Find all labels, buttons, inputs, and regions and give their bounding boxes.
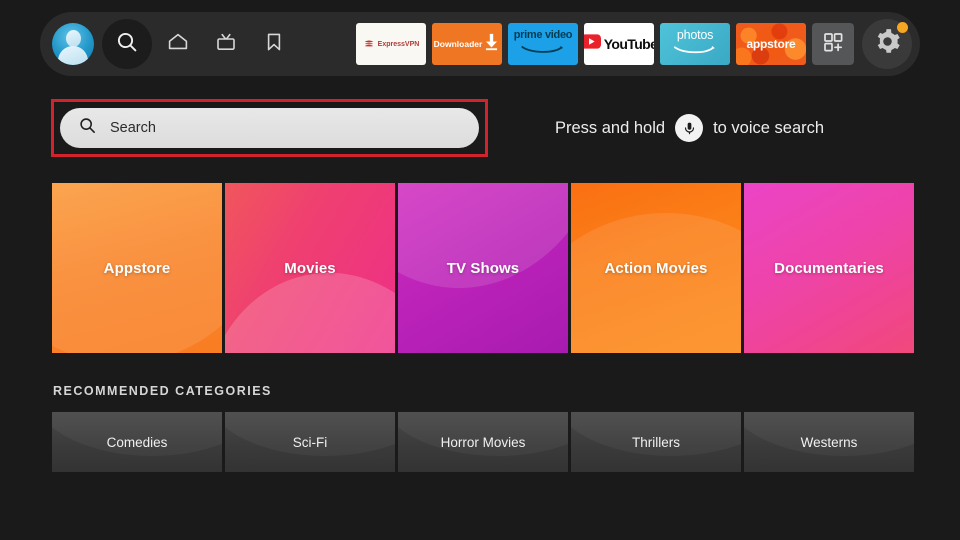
microphone-icon [675, 114, 704, 142]
feature-tile-tv-shows[interactable]: TV Shows [398, 183, 568, 353]
nav-left-group [40, 19, 296, 69]
feature-tile-movies[interactable]: Movies [225, 183, 395, 353]
fire-tv-home-screen: ExpressVPN Downloader prime video YouTub… [0, 0, 960, 540]
apps-grid-button[interactable] [812, 23, 854, 65]
nav-live-tv-button[interactable] [204, 22, 248, 66]
tv-icon [214, 30, 238, 59]
amazon-smile-icon [520, 42, 566, 58]
recommended-tile-westerns[interactable]: Westerns [744, 412, 914, 472]
feature-tile-documentaries[interactable]: Documentaries [744, 183, 914, 353]
avatar-head-shape [65, 30, 81, 47]
profile-avatar[interactable] [52, 23, 94, 65]
app-label-appstore: appstore [746, 37, 796, 51]
decorative-shape [571, 213, 741, 353]
bookmark-icon [262, 30, 286, 59]
feature-tile-label: Movies [284, 259, 336, 277]
nav-search-button[interactable] [102, 19, 152, 69]
apps-grid-plus-icon [821, 30, 845, 59]
voice-hint-text-after: to voice search [713, 118, 825, 137]
recommended-tile-label: Comedies [106, 434, 168, 450]
feature-tile-label: Documentaries [774, 259, 884, 277]
feature-tile-appstore[interactable]: Appstore [52, 183, 222, 353]
search-icon [115, 30, 139, 59]
decorative-shape [398, 183, 568, 299]
app-label-youtube: YouTube [603, 36, 654, 52]
top-navigation-bar: ExpressVPN Downloader prime video YouTub… [40, 12, 920, 76]
youtube-play-icon [584, 34, 601, 54]
app-label-downloader: Downloader [433, 39, 483, 49]
voice-hint-text-before: Press and hold [555, 118, 666, 137]
recommended-tile-label: Horror Movies [440, 434, 526, 450]
recommended-categories-heading: RECOMMENDED CATEGORIES [53, 384, 272, 398]
recommended-tile-comedies[interactable]: Comedies [52, 412, 222, 472]
gear-icon [874, 28, 901, 60]
nav-home-button[interactable] [156, 22, 200, 66]
settings-notification-dot [897, 22, 908, 33]
search-input[interactable]: Search [60, 108, 479, 148]
app-tile-expressvpn[interactable]: ExpressVPN [356, 23, 426, 65]
recommended-tile-label: Thrillers [631, 434, 680, 450]
settings-button[interactable] [862, 19, 912, 69]
app-tile-youtube[interactable]: YouTube [584, 23, 654, 65]
feature-tile-label: Action Movies [604, 259, 708, 277]
app-tile-appstore[interactable]: appstore [736, 23, 806, 65]
app-tile-photos[interactable]: photos [660, 23, 730, 65]
recommended-tile-horror-movies[interactable]: Horror Movies [398, 412, 568, 472]
voice-search-hint: Press and hold to voice search [555, 114, 824, 142]
home-icon [166, 30, 190, 59]
app-label-expressvpn: ExpressVPN [377, 40, 420, 48]
recommended-tile-label: Westerns [800, 434, 858, 450]
app-label-prime-video: prime video [513, 29, 573, 41]
search-icon [78, 116, 97, 140]
app-shortcuts-row: ExpressVPN Downloader prime video YouTub… [350, 19, 920, 69]
search-bar-highlight: Search [51, 99, 488, 157]
avatar-body-shape [58, 46, 88, 65]
expressvpn-mark-icon [364, 40, 373, 47]
feature-tile-action-movies[interactable]: Action Movies [571, 183, 741, 353]
download-arrow-icon [483, 32, 500, 56]
recommended-categories-row: Comedies Sci-Fi Horror Movies Thrillers … [52, 412, 914, 472]
app-label-photos: photos [676, 28, 714, 43]
recommended-tile-label: Sci-Fi [292, 434, 328, 450]
app-tile-downloader[interactable]: Downloader [432, 23, 502, 65]
feature-tile-label: Appstore [103, 259, 171, 277]
featured-categories-row: Appstore Movies TV Shows Action Movies D… [52, 183, 914, 353]
search-placeholder-text: Search [110, 120, 156, 136]
recommended-tile-sci-fi[interactable]: Sci-Fi [225, 412, 395, 472]
nav-watchlist-button[interactable] [252, 22, 296, 66]
app-tile-prime-video[interactable]: prime video [508, 23, 578, 65]
amazon-smile-icon [673, 43, 717, 59]
feature-tile-label: TV Shows [446, 259, 520, 277]
recommended-tile-thrillers[interactable]: Thrillers [571, 412, 741, 472]
expressvpn-logo-icon: ExpressVPN [363, 38, 420, 50]
